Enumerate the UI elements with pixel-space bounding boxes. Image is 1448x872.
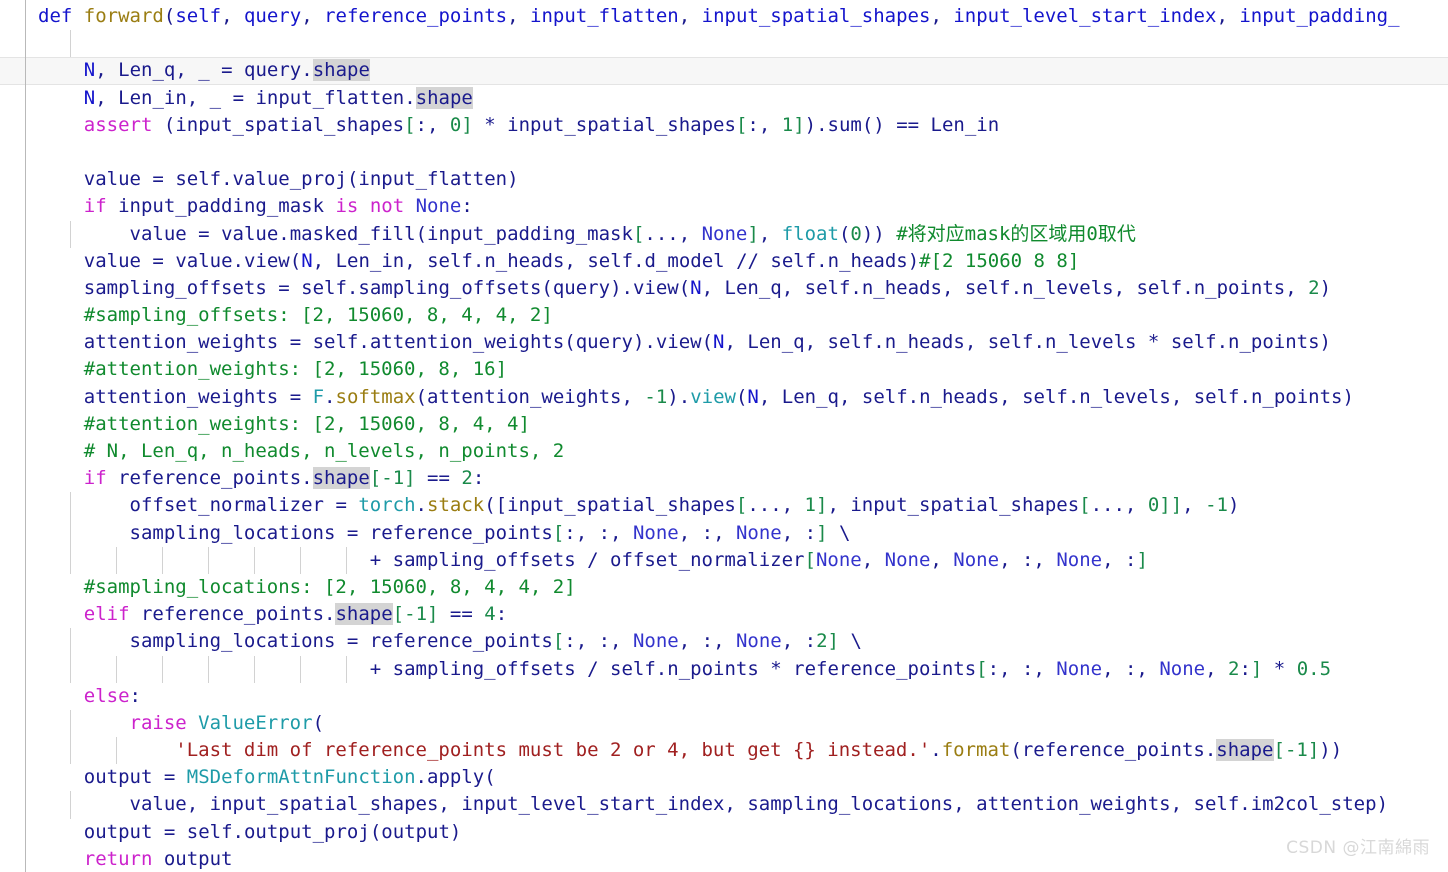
code-line[interactable]: def forward(self, query, reference_point… — [0, 3, 1448, 30]
code-line[interactable]: sampling_locations = reference_points[:,… — [0, 628, 1448, 656]
code-line-comment[interactable]: # N, Len_q, n_heads, n_levels, n_points,… — [0, 438, 1448, 465]
code-line[interactable]: raise ValueError( — [0, 709, 1448, 738]
code-line[interactable]: output = MSDeformAttnFunction.apply( — [0, 764, 1448, 791]
code-line[interactable]: + sampling_offsets / self.n_points * ref… — [0, 655, 1448, 683]
code-line-string[interactable]: 'Last dim of reference_points must be 2 … — [0, 737, 1448, 765]
code-line[interactable]: output = self.output_proj(output) — [0, 819, 1448, 846]
code-line-comment[interactable]: #attention_weights: [2, 15060, 8, 4, 4] — [0, 411, 1448, 438]
code-line[interactable]: value = value.view(N, Len_in, self.n_hea… — [0, 248, 1448, 275]
code-line[interactable]: sampling_offsets = self.sampling_offsets… — [0, 275, 1448, 302]
code-line[interactable]: return output — [0, 846, 1448, 872]
code-line[interactable]: else: — [0, 683, 1448, 710]
code-line-comment[interactable]: #sampling_offsets: [2, 15060, 8, 4, 4, 2… — [0, 302, 1448, 329]
code-line[interactable]: attention_weights = F.softmax(attention_… — [0, 384, 1448, 411]
code-line[interactable]: if reference_points.shape[-1] == 2: — [0, 465, 1448, 492]
code-line[interactable]: N, Len_in, _ = input_flatten.shape — [0, 85, 1448, 112]
code-line[interactable]: value = self.value_proj(input_flatten) — [0, 166, 1448, 193]
code-line[interactable] — [0, 30, 1448, 58]
code-line[interactable]: + sampling_offsets / offset_normalizer[N… — [0, 546, 1448, 574]
code-line[interactable] — [0, 139, 1448, 166]
code-line[interactable]: assert (input_spatial_shapes[:, 0] * inp… — [0, 112, 1448, 139]
code-line-comment[interactable]: #attention_weights: [2, 15060, 8, 16] — [0, 356, 1448, 383]
code-line[interactable]: offset_normalizer = torch.stack([input_s… — [0, 492, 1448, 520]
code-line[interactable]: attention_weights = self.attention_weigh… — [0, 329, 1448, 356]
code-line[interactable]: value, input_spatial_shapes, input_level… — [0, 791, 1448, 819]
code-line[interactable]: value = value.masked_fill(input_padding_… — [0, 220, 1448, 248]
code-line-current[interactable]: N, Len_q, _ = query.shape — [0, 57, 1448, 85]
code-line-comment[interactable]: #sampling_locations: [2, 15060, 8, 4, 4,… — [0, 574, 1448, 601]
code-area[interactable]: def forward(self, query, reference_point… — [0, 0, 1448, 872]
csdn-watermark: CSDN @江南綿雨 — [1286, 838, 1430, 858]
code-line[interactable]: sampling_locations = reference_points[:,… — [0, 519, 1448, 547]
code-line[interactable]: elif reference_points.shape[-1] == 4: — [0, 601, 1448, 628]
code-line[interactable]: if input_padding_mask is not None: — [0, 193, 1448, 220]
gutter-rule — [25, 0, 26, 872]
code-editor[interactable]: def forward(self, query, reference_point… — [0, 0, 1448, 872]
